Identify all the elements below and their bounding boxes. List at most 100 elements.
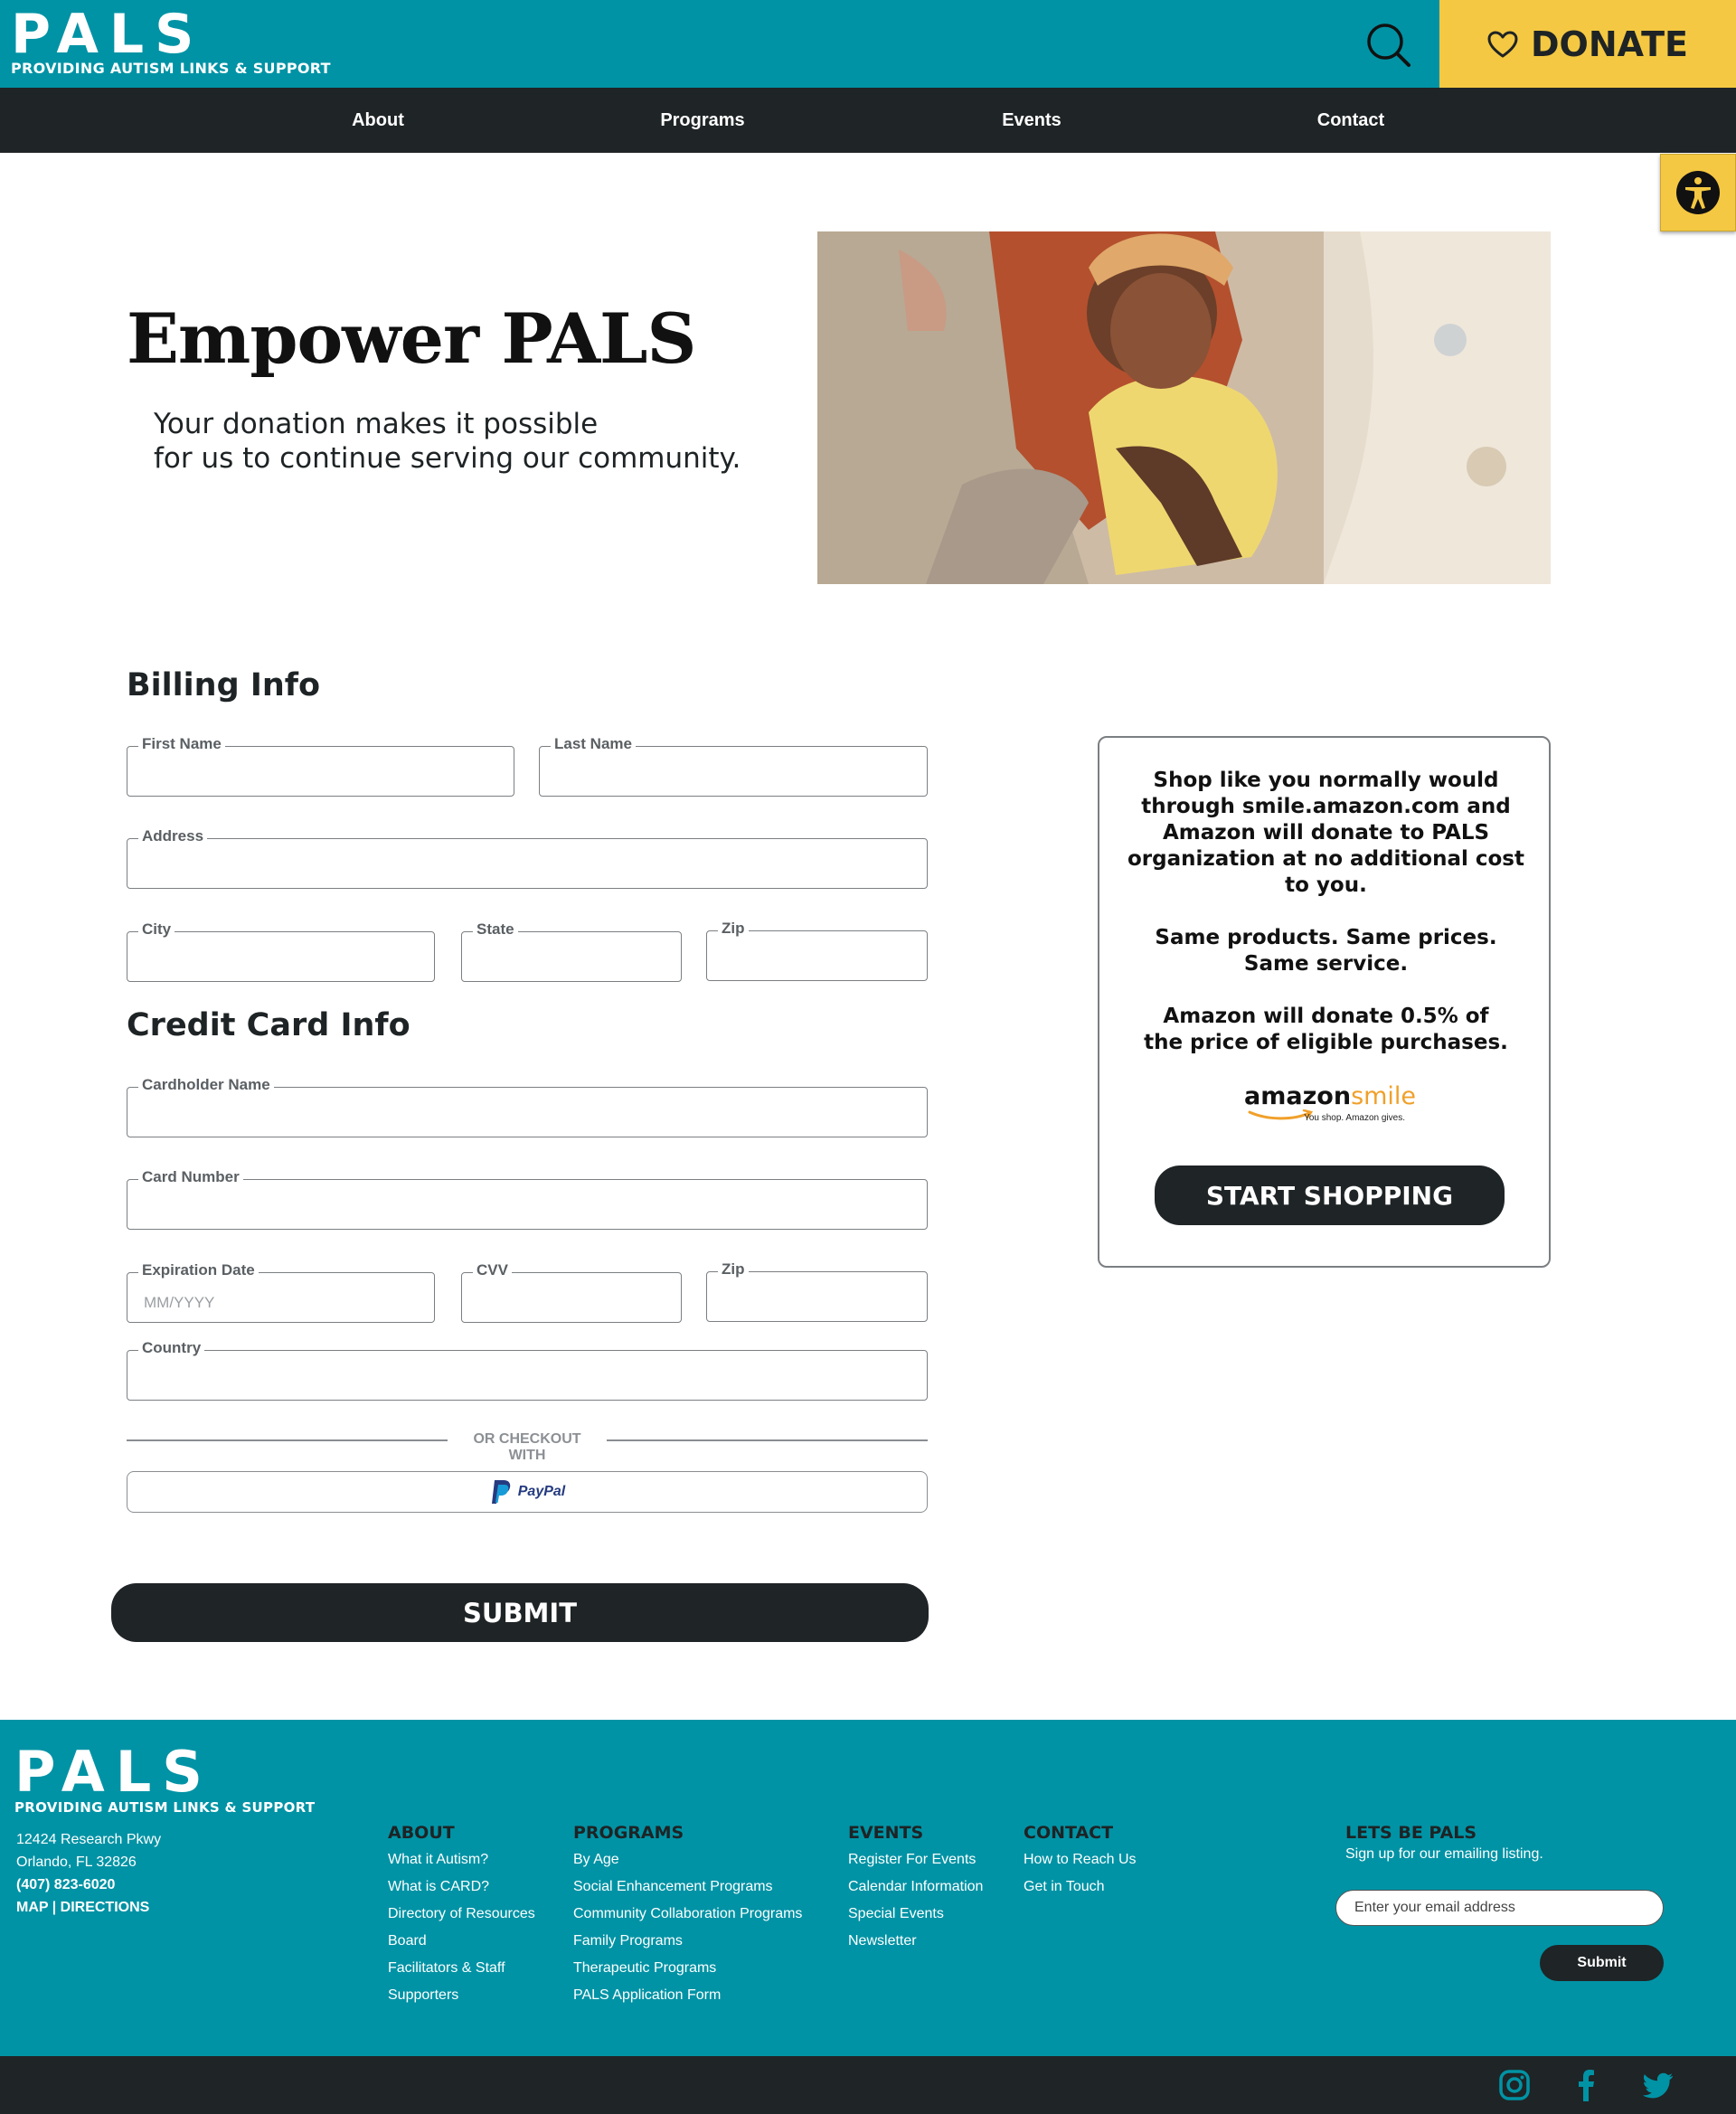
- city-input[interactable]: [127, 932, 434, 981]
- site-footer: PALS PROVIDING AUTISM LINKS & SUPPORT 12…: [0, 1720, 1736, 2056]
- cardholder-field: Cardholder Name: [127, 1075, 928, 1137]
- amazon-para-3: Amazon will donate 0.5% of the price of …: [1144, 1005, 1508, 1054]
- nav-item-programs[interactable]: Programs: [660, 88, 744, 153]
- footer-logo-tagline: PROVIDING AUTISM LINKS & SUPPORT: [14, 1799, 316, 1816]
- city-field: City: [127, 920, 435, 982]
- billing-heading: Billing Info: [127, 667, 321, 703]
- amazon-logo-word: amazon: [1244, 1082, 1352, 1110]
- newsletter-submit-button[interactable]: Submit: [1540, 1945, 1664, 1981]
- footer-col-contact: CONTACT How to Reach Us Get in Touch: [1024, 1823, 1137, 1901]
- expiration-input[interactable]: [127, 1273, 434, 1322]
- paypal-label: PayPal: [517, 1484, 566, 1499]
- newsletter-block: LETS BE PALS Sign up for our emailing li…: [1345, 1823, 1543, 1863]
- accessibility-button[interactable]: [1660, 154, 1736, 231]
- footer-link[interactable]: Calendar Information: [848, 1873, 983, 1901]
- newsletter-subtext: Sign up for our emailing listing.: [1345, 1846, 1543, 1862]
- hero-subtitle-line2: for us to continue serving our community…: [154, 442, 741, 475]
- social-bar: [0, 2056, 1736, 2114]
- checkout-divider: OR CHECKOUT WITH: [127, 1429, 928, 1463]
- donate-label: DONATE: [1531, 24, 1688, 64]
- expiration-field: Expiration Date: [127, 1260, 435, 1323]
- footer-link[interactable]: Social Enhancement Programs: [573, 1873, 802, 1901]
- twitter-icon[interactable]: [1642, 2069, 1675, 2101]
- cvv-input[interactable]: [462, 1273, 681, 1322]
- footer-link[interactable]: How to Reach Us: [1024, 1846, 1137, 1873]
- paypal-button[interactable]: PayPal: [127, 1471, 928, 1513]
- start-shopping-button[interactable]: START SHOPPING: [1155, 1166, 1505, 1225]
- hero-subtitle: Your donation makes it possible for us t…: [154, 407, 741, 476]
- newsletter-heading: LETS BE PALS: [1345, 1823, 1477, 1843]
- facebook-icon[interactable]: [1571, 2069, 1603, 2101]
- divider-line-right: [607, 1439, 928, 1441]
- state-input[interactable]: [462, 932, 681, 981]
- footer-col-about: ABOUT What it Autism? What is CARD? Dire…: [388, 1823, 535, 2009]
- billing-zip-input[interactable]: [707, 931, 927, 980]
- cardholder-input[interactable]: [127, 1088, 927, 1137]
- nav-item-events[interactable]: Events: [1002, 88, 1061, 153]
- main-nav: About Programs Events Contact: [0, 88, 1736, 153]
- nav-item-contact[interactable]: Contact: [1317, 88, 1384, 153]
- first-name-field: First Name: [127, 734, 514, 797]
- footer-link[interactable]: Get in Touch: [1024, 1873, 1137, 1901]
- paypal-icon: [491, 1480, 510, 1504]
- newsletter-email-input[interactable]: [1336, 1891, 1663, 1925]
- pals-logo[interactable]: PALS PROVIDING AUTISM LINKS & SUPPORT: [11, 7, 331, 77]
- instagram-icon[interactable]: [1498, 2069, 1531, 2101]
- state-field: State: [461, 920, 682, 982]
- card-zip-field: Zip: [706, 1260, 928, 1322]
- last-name-input[interactable]: [540, 747, 927, 796]
- footer-link[interactable]: Newsletter: [848, 1928, 983, 1955]
- footer-link[interactable]: Board: [388, 1928, 535, 1955]
- footer-link[interactable]: Facilitators & Staff: [388, 1955, 535, 1982]
- search-icon[interactable]: [1363, 20, 1414, 71]
- map-link[interactable]: MAP: [16, 1900, 48, 1915]
- footer-col-heading: CONTACT: [1024, 1823, 1114, 1843]
- footer-col-heading: EVENTS: [848, 1823, 924, 1843]
- amazon-smile-card: Shop like you normally would through smi…: [1098, 736, 1551, 1268]
- footer-logo-word: PALS: [14, 1739, 213, 1805]
- phone-number[interactable]: (407) 823-6020: [16, 1873, 161, 1896]
- footer-link[interactable]: Community Collaboration Programs: [573, 1901, 802, 1928]
- hero-photo: [817, 231, 1551, 584]
- smile-logo-word: smile: [1351, 1082, 1417, 1110]
- footer-link[interactable]: Supporters: [388, 1982, 535, 2009]
- country-input[interactable]: [127, 1351, 927, 1400]
- amazon-para-1: Shop like you normally would through smi…: [1127, 769, 1524, 897]
- footer-link[interactable]: What it Autism?: [388, 1846, 535, 1873]
- address-input[interactable]: [127, 839, 927, 888]
- first-name-input[interactable]: [127, 747, 514, 796]
- card-zip-input[interactable]: [707, 1272, 927, 1321]
- footer-col-heading: ABOUT: [388, 1823, 455, 1843]
- footer-link[interactable]: Special Events: [848, 1901, 983, 1928]
- billing-zip-field: Zip: [706, 919, 928, 981]
- footer-link[interactable]: Therapeutic Programs: [573, 1955, 802, 1982]
- directions-link[interactable]: DIRECTIONS: [61, 1900, 150, 1915]
- page-title: Empower PALS: [127, 298, 696, 379]
- newsletter-email-field: [1335, 1890, 1664, 1926]
- footer-link[interactable]: Register For Events: [848, 1846, 983, 1873]
- footer-link[interactable]: Directory of Resources: [388, 1901, 535, 1928]
- footer-link[interactable]: What is CARD?: [388, 1873, 535, 1901]
- amazon-para-2: Same products. Same prices. Same service…: [1155, 926, 1497, 976]
- last-name-field: Last Name: [539, 734, 928, 797]
- footer-link[interactable]: By Age: [573, 1846, 802, 1873]
- donate-button[interactable]: DONATE: [1439, 0, 1736, 88]
- hero-subtitle-line1: Your donation makes it possible: [154, 408, 599, 440]
- footer-link[interactable]: Family Programs: [573, 1928, 802, 1955]
- address-field: Address: [127, 826, 928, 889]
- footer-logo[interactable]: PALS PROVIDING AUTISM LINKS & SUPPORT: [14, 1739, 316, 1817]
- address-line-2: Orlando, FL 32826: [16, 1854, 137, 1870]
- nav-item-about[interactable]: About: [352, 88, 404, 153]
- footer-link[interactable]: PALS Application Form: [573, 1982, 802, 2009]
- amazon-smile-logo: amazonsmile You shop. Amazon gives.: [1244, 1082, 1416, 1126]
- card-number-input[interactable]: [127, 1180, 927, 1229]
- country-field: Country: [127, 1338, 928, 1401]
- address-line-1: 12424 Research Pkwy: [16, 1832, 162, 1847]
- card-number-field: Card Number: [127, 1167, 928, 1230]
- footer-col-events: EVENTS Register For Events Calendar Info…: [848, 1823, 983, 1955]
- site-header: PALS PROVIDING AUTISM LINKS & SUPPORT DO…: [0, 0, 1736, 88]
- credit-card-heading: Credit Card Info: [127, 1007, 410, 1043]
- submit-button[interactable]: SUBMIT: [111, 1583, 929, 1642]
- footer-address: 12424 Research Pkwy Orlando, FL 32826 (4…: [16, 1828, 161, 1919]
- accessibility-icon: [1676, 171, 1720, 214]
